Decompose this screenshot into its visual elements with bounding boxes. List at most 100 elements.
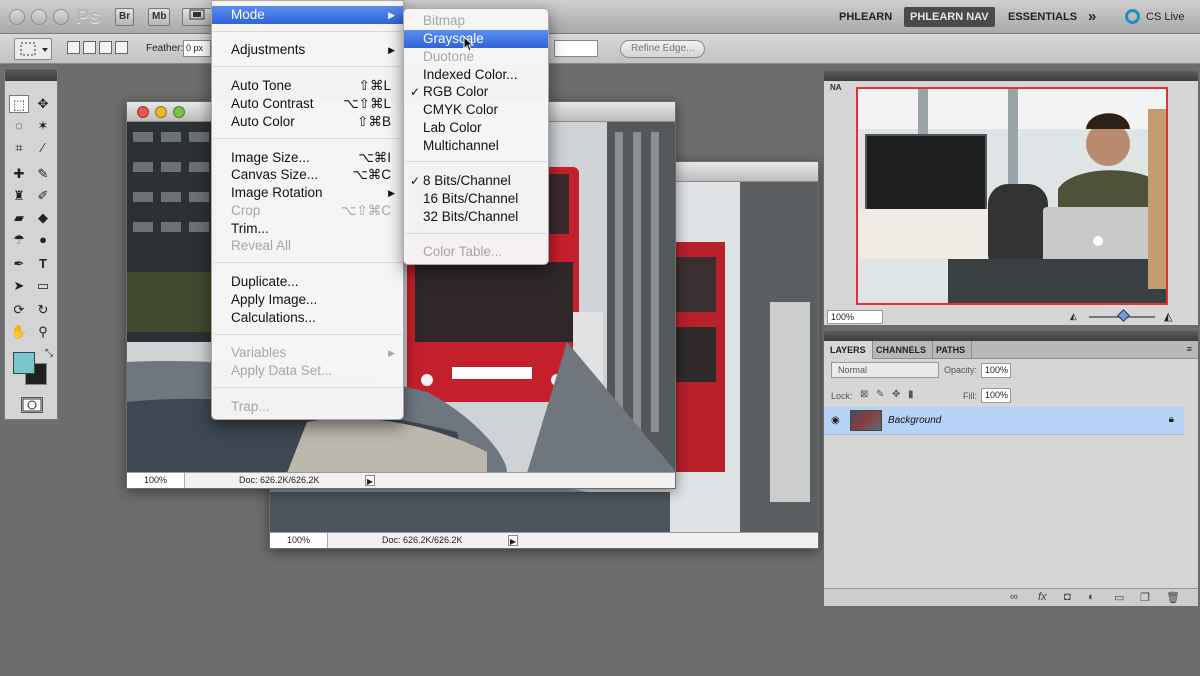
layer-style-icon[interactable]: fx — [1038, 591, 1047, 603]
type-tool-icon[interactable]: T — [33, 255, 53, 273]
document-front-status-menu-icon[interactable]: ▶ — [365, 475, 375, 486]
document-back-zoom[interactable]: 100% — [270, 533, 328, 548]
mode-item-8-bits[interactable]: ✓ 8 Bits/Channel — [404, 172, 548, 190]
subtract-selection-icon[interactable] — [99, 41, 112, 54]
healing-brush-tool-icon[interactable]: ✚ — [9, 165, 29, 183]
lock-position-icon[interactable]: ✥ — [892, 389, 900, 400]
workspace-essentials[interactable]: ESSENTIALS — [1008, 7, 1077, 27]
link-layers-icon[interactable]: ∞ — [1010, 591, 1018, 603]
brush-tool-icon[interactable]: ✎ — [33, 165, 53, 183]
tools-panel-header[interactable] — [5, 69, 57, 81]
foreground-color-swatch[interactable] — [13, 352, 35, 374]
new-layer-icon[interactable]: ❐ — [1140, 591, 1150, 604]
mode-item-grayscale[interactable]: Grayscale — [404, 30, 548, 48]
rectangle-tool-icon[interactable]: ▭ — [33, 277, 53, 295]
document-close-button[interactable] — [137, 106, 149, 118]
zoom-window-button[interactable] — [53, 9, 69, 25]
refine-edge-button[interactable]: Refine Edge... — [620, 40, 706, 58]
view-extras-button[interactable] — [182, 8, 212, 26]
menu-item-trim[interactable]: Trim... — [212, 220, 403, 238]
path-selection-tool-icon[interactable]: ➤ — [9, 277, 29, 295]
mode-item-rgb-color[interactable]: ✓ RGB Color — [404, 83, 548, 101]
document-minimize-button[interactable] — [155, 106, 167, 118]
mode-item-lab-color[interactable]: Lab Color — [404, 119, 548, 137]
mode-item-multichannel[interactable]: Multichannel — [404, 137, 548, 155]
layer-row-background[interactable]: ◉ Background 🔒︎ — [824, 407, 1184, 435]
paint-bucket-tool-icon[interactable]: ◆ — [33, 209, 53, 227]
workspace-phlearn-nav[interactable]: PHLEARN NAV — [904, 7, 995, 27]
menu-item-apply-image[interactable]: Apply Image... — [212, 291, 403, 309]
document-front-zoom[interactable]: 100% — [127, 473, 185, 488]
delete-layer-icon[interactable]: 🗑︎ — [1166, 591, 1180, 604]
lock-image-icon[interactable]: ✎ — [876, 389, 884, 400]
clone-stamp-tool-icon[interactable]: ♜ — [9, 187, 29, 205]
panel-menu-icon[interactable]: ≡ — [1187, 344, 1192, 354]
workspace-phlearn[interactable]: PHLEARN — [839, 7, 892, 27]
navigator-preview[interactable] — [856, 87, 1168, 305]
menu-item-auto-contrast[interactable]: Auto Contrast ⌥⇧⌘L — [212, 95, 403, 113]
eyedropper-tool-icon[interactable]: ⁄ — [33, 139, 53, 157]
marquee-tool-icon[interactable]: ⬚ — [9, 95, 29, 113]
magic-wand-tool-icon[interactable]: ✶ — [33, 117, 53, 135]
menu-item-duplicate[interactable]: Duplicate... — [212, 273, 403, 291]
eye-icon[interactable]: ◉ — [831, 415, 840, 426]
lock-all-icon[interactable]: ▮ — [908, 389, 914, 400]
crop-tool-icon[interactable]: ⌗ — [9, 139, 29, 157]
more-workspaces-button[interactable]: » — [1088, 7, 1096, 27]
menu-item-calculations[interactable]: Calculations... — [212, 309, 403, 327]
3d-rotate-tool-icon[interactable]: ⟳ — [9, 301, 29, 319]
move-tool-icon[interactable]: ✥ — [33, 95, 53, 113]
tool-preset-picker[interactable] — [14, 38, 52, 60]
mode-item-16-bits[interactable]: 16 Bits/Channel — [404, 190, 548, 208]
menu-item-adjustments[interactable]: Adjustments ▶ — [212, 41, 403, 59]
navigator-panel-header[interactable] — [824, 71, 1198, 81]
fill-input[interactable]: 100% — [981, 388, 1011, 403]
pen-tool-icon[interactable]: ✒ — [9, 255, 29, 273]
blur-tool-icon[interactable]: ☂ — [9, 231, 29, 249]
dodge-tool-icon[interactable]: ● — [33, 231, 53, 249]
new-selection-icon[interactable] — [67, 41, 80, 54]
blend-mode-select[interactable]: Normal — [831, 362, 939, 378]
layer-mask-icon[interactable]: ◘ — [1064, 591, 1071, 603]
height-field[interactable] — [554, 40, 598, 57]
lasso-tool-icon[interactable]: ◌ — [9, 117, 29, 135]
menu-item-image-rotation[interactable]: Image Rotation ▶ — [212, 184, 403, 202]
3d-orbit-tool-icon[interactable]: ↻ — [33, 301, 53, 319]
navigator-tab[interactable]: NA — [830, 83, 842, 92]
tab-paths[interactable]: PATHS — [930, 341, 973, 359]
quick-mask-button[interactable] — [21, 397, 43, 413]
swap-colors-icon[interactable]: ⤡ — [39, 345, 59, 363]
opacity-input[interactable]: 100% — [981, 363, 1011, 378]
layers-panel-header[interactable] — [824, 331, 1198, 341]
mode-item-32-bits[interactable]: 32 Bits/Channel — [404, 208, 548, 226]
document-zoom-button[interactable] — [173, 106, 185, 118]
lock-transparent-icon[interactable]: ⊠ — [860, 389, 868, 400]
tab-channels[interactable]: CHANNELS — [870, 341, 934, 359]
tab-layers[interactable]: LAYERS — [824, 341, 873, 359]
zoom-tool-icon[interactable]: ⚲ — [33, 323, 53, 341]
menu-item-mode[interactable]: Mode ▶ — [212, 6, 403, 24]
bridge-button[interactable]: Br — [115, 8, 135, 26]
cs-live-button[interactable]: CS Live — [1146, 7, 1185, 27]
menu-item-auto-tone[interactable]: Auto Tone ⇧⌘L — [212, 77, 403, 95]
document-back-status-menu-icon[interactable]: ▶ — [508, 535, 518, 546]
mini-bridge-button[interactable]: Mb — [148, 8, 171, 26]
hand-tool-icon[interactable]: ✋ — [9, 323, 29, 341]
zoom-out-icon[interactable]: ◭ — [1070, 311, 1077, 322]
mode-item-cmyk-color[interactable]: CMYK Color — [404, 101, 548, 119]
minimize-window-button[interactable] — [31, 9, 47, 25]
new-group-icon[interactable]: ▭ — [1114, 591, 1124, 604]
add-selection-icon[interactable] — [83, 41, 96, 54]
eraser-tool-icon[interactable]: ▰ — [9, 209, 29, 227]
close-window-button[interactable] — [9, 9, 25, 25]
navigator-zoom-slider-knob[interactable] — [1117, 309, 1130, 322]
menu-item-canvas-size[interactable]: Canvas Size... ⌥⌘C — [212, 166, 403, 184]
menu-item-auto-color[interactable]: Auto Color ⇧⌘B — [212, 113, 403, 131]
menu-item-image-size[interactable]: Image Size... ⌥⌘I — [212, 149, 403, 167]
feather-input[interactable]: 0 px — [183, 40, 211, 57]
adjustment-layer-icon[interactable]: ◐ — [1088, 591, 1095, 603]
zoom-in-icon[interactable]: ◭ — [1164, 310, 1172, 323]
navigator-zoom-field[interactable]: 100% — [827, 310, 883, 324]
history-brush-tool-icon[interactable]: ✐ — [33, 187, 53, 205]
intersect-selection-icon[interactable] — [115, 41, 128, 54]
